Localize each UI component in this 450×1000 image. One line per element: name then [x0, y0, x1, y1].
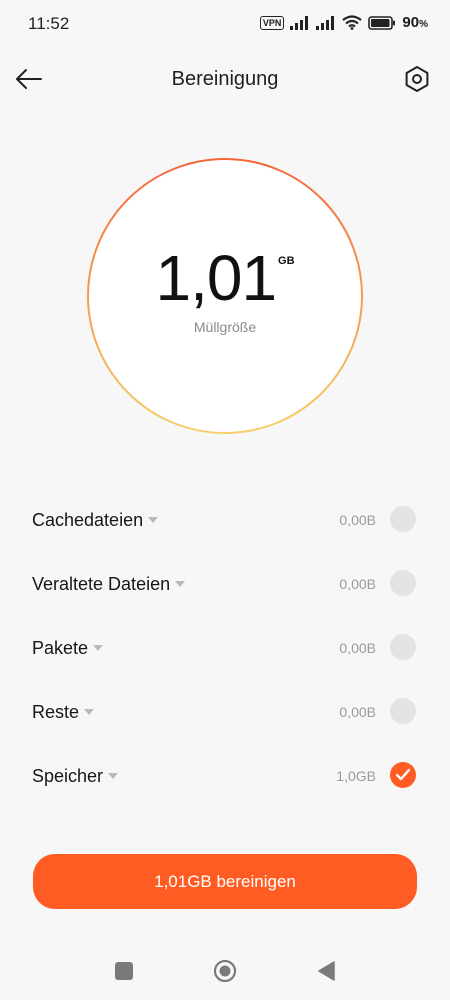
category-row-residuals[interactable]: Reste 0,00B [0, 680, 450, 744]
battery-icon [368, 15, 396, 30]
category-size: 0,00B [339, 512, 376, 528]
caret-down-icon [148, 517, 159, 523]
category-label: Reste [32, 702, 95, 723]
junk-size-unit: GB [278, 255, 295, 267]
category-label: Veraltete Dateien [32, 574, 186, 595]
junk-size-display: 1,01 GB [86, 241, 364, 315]
category-checkbox[interactable] [390, 762, 416, 788]
category-label: Speicher [32, 766, 119, 787]
caret-down-icon [84, 709, 95, 715]
status-time: 11:52 [28, 14, 70, 33]
category-checkbox[interactable] [390, 570, 416, 596]
vpn-icon: VPN [259, 15, 285, 30]
category-checkbox[interactable] [390, 698, 416, 724]
junk-size-value: 1,01 [155, 242, 277, 314]
status-bar: 11:52 VPN 90% [0, 0, 450, 48]
category-row-packages[interactable]: Pakete 0,00B [0, 616, 450, 680]
page-title: Bereinigung [171, 68, 279, 90]
junk-size-caption: Müllgröße [193, 319, 257, 335]
category-label: Pakete [32, 638, 104, 659]
category-row-memory[interactable]: Speicher 1,0GB [0, 744, 450, 808]
circle-home-icon[interactable] [213, 959, 237, 983]
category-row-cache[interactable]: Cachedateien 0,00B [0, 488, 450, 552]
clean-button[interactable]: 1,01GB bereinigen [33, 854, 417, 909]
caret-down-icon [175, 581, 186, 587]
navigation-bar [0, 946, 450, 994]
checkmark-icon [395, 768, 411, 781]
triangle-back-icon[interactable] [316, 960, 336, 982]
category-size: 0,00B [339, 704, 376, 720]
wifi-icon [342, 15, 363, 30]
hexagon-settings-icon [405, 66, 429, 92]
top-bar: Bereinigung [0, 52, 450, 108]
settings-button[interactable] [402, 64, 434, 96]
category-row-obsolete[interactable]: Veraltete Dateien 0,00B [0, 552, 450, 616]
category-checkbox[interactable] [390, 506, 416, 532]
signal-icon [290, 15, 309, 30]
category-checkbox[interactable] [390, 634, 416, 660]
caret-down-icon [108, 773, 119, 779]
status-icons: VPN 90% [259, 14, 428, 31]
battery-percent: 90% [402, 14, 428, 31]
caret-down-icon [93, 645, 104, 651]
category-size: 0,00B [339, 640, 376, 656]
signal-icon [316, 15, 335, 30]
category-list: Cachedateien 0,00B Veraltete Dateien 0,0… [0, 488, 450, 808]
category-size: 1,0GB [336, 768, 376, 784]
square-recent-icon[interactable] [115, 962, 133, 980]
category-size: 0,00B [339, 576, 376, 592]
junk-size-ring: 1,01 GB Müllgröße [86, 157, 364, 435]
category-label: Cachedateien [32, 510, 159, 531]
